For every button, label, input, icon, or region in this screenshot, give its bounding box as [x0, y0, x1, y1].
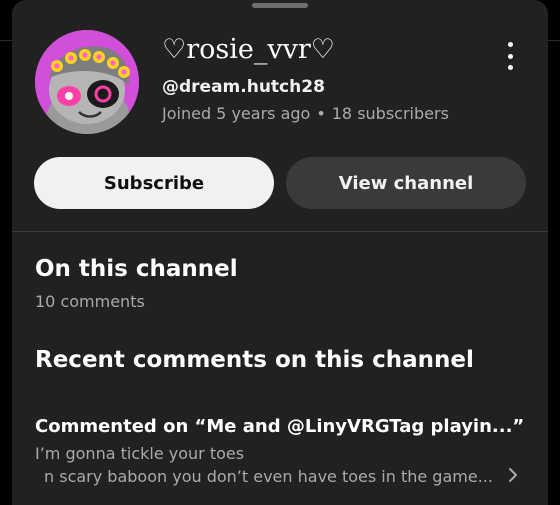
subscriber-count: 18 subscribers [331, 104, 449, 123]
on-this-channel-heading: On this channel [35, 256, 238, 282]
subscribe-button[interactable]: Subscribe [34, 157, 274, 209]
joined-date: Joined 5 years ago [162, 104, 311, 123]
drag-handle[interactable] [252, 3, 308, 8]
channel-bottom-sheet: ♡rosie_vvr♡ @dream.hutch28 Joined 5 year… [12, 0, 548, 505]
more-vert-icon[interactable] [498, 38, 522, 74]
channel-handle: @dream.hutch28 [162, 77, 325, 97]
channel-meta: Joined 5 years ago • 18 subscribers [162, 104, 449, 123]
comment-text-line-1: I’m gonna tickle your toes [35, 444, 245, 463]
avatar-image [35, 30, 139, 134]
commented-on-title: Commented on “Me and @LinyVRGTag playin.… [35, 416, 525, 437]
recent-comment-item[interactable]: Commented on “Me and @LinyVRGTag playin.… [12, 406, 548, 505]
channel-avatar[interactable] [35, 30, 139, 134]
section-divider [12, 231, 548, 232]
background-divider-right [548, 40, 560, 41]
channel-name: ♡rosie_vvr♡ [162, 34, 335, 65]
comment-count: 10 comments [35, 292, 145, 311]
meta-separator: • [316, 104, 326, 123]
recent-comments-heading: Recent comments on this channel [35, 347, 474, 373]
background-divider-left [0, 40, 12, 41]
chevron-right-icon [509, 468, 517, 482]
view-channel-button[interactable]: View channel [286, 157, 526, 209]
comment-text-line-2: n scary baboon you don’t even have toes … [44, 467, 493, 486]
